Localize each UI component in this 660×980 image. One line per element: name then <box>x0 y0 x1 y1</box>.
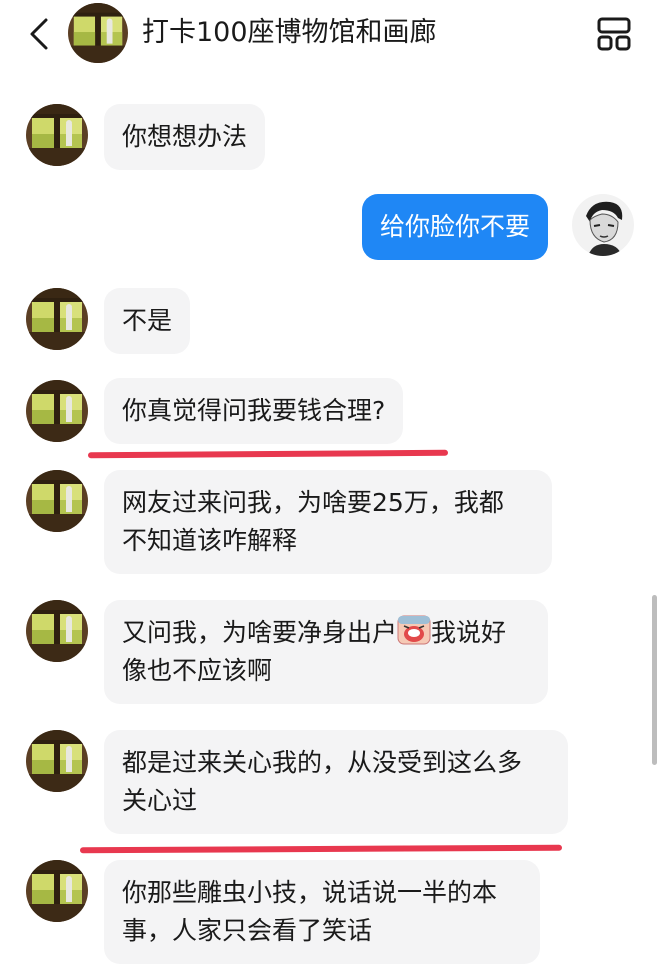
sender-avatar[interactable] <box>26 470 88 532</box>
chevron-left-icon <box>30 18 48 50</box>
message-bubble-sent[interactable]: 给你脸你不要 <box>362 194 549 260</box>
chat-header: 打卡100座博物馆和画廊 <box>0 0 660 70</box>
sender-avatar[interactable] <box>26 380 88 442</box>
highlight-underline <box>87 449 449 459</box>
message-bubble-received[interactable]: 你真觉得问我要钱合理? <box>104 378 404 444</box>
message-bubble-received[interactable]: 你那些雕虫小技，说话说一半的本 事，人家只会看了笑话 <box>104 860 540 964</box>
chat-title: 打卡100座博物馆和画廊 <box>142 17 437 48</box>
grid-menu-icon <box>597 17 631 51</box>
back-button[interactable] <box>24 16 54 52</box>
my-avatar[interactable] <box>572 194 634 256</box>
group-avatar[interactable] <box>68 3 128 63</box>
sender-avatar[interactable] <box>26 860 88 922</box>
message-bubble-received[interactable]: 都是过来关心我的，从没受到这么多 关心过 <box>104 730 568 834</box>
message-bubble-received[interactable]: 又问我，为啥要净身出户 我说好 像也不应该啊 <box>104 600 548 704</box>
sender-avatar[interactable] <box>26 288 88 350</box>
sender-avatar[interactable] <box>26 104 88 166</box>
sender-avatar[interactable] <box>26 600 88 662</box>
message-text: 又问我，为啥要净身出户 <box>122 618 398 647</box>
sender-avatar[interactable] <box>26 730 88 792</box>
crying-face-emoji <box>397 615 431 645</box>
message-bubble-received[interactable]: 你想想办法 <box>104 104 266 170</box>
menu-button[interactable] <box>596 16 632 52</box>
scrollbar[interactable] <box>652 595 657 765</box>
message-bubble-received[interactable]: 不是 <box>104 288 191 354</box>
highlight-underline <box>79 844 563 854</box>
message-bubble-received[interactable]: 网友过来问我，为啥要25万，我都 不知道该咋解释 <box>104 470 552 574</box>
